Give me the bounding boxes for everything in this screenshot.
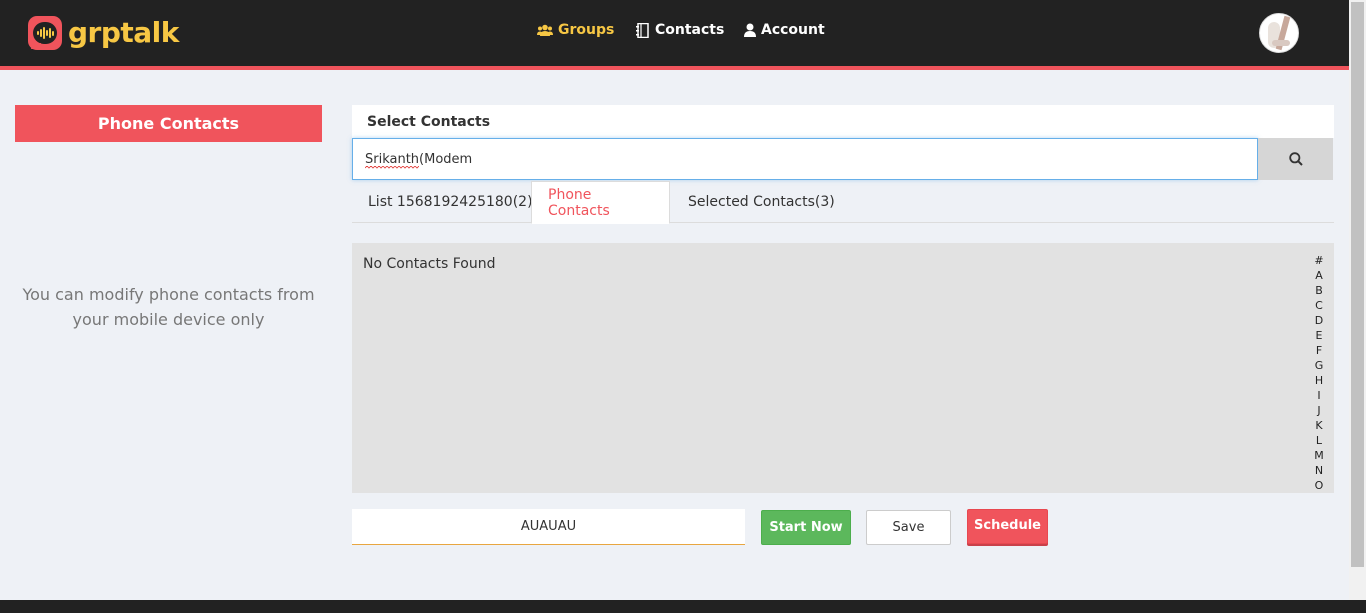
select-contacts-header: Select Contacts	[352, 105, 1334, 138]
group-name-input[interactable]	[352, 509, 745, 545]
search-icon	[1288, 152, 1303, 166]
phone-contacts-info: You can modify phone contacts from your …	[22, 285, 315, 329]
tab-phone-contacts[interactable]: Phone Contacts	[531, 181, 670, 224]
nav-contacts-label: Contacts	[655, 22, 725, 38]
address-book-icon	[636, 22, 649, 38]
alpha-index-item[interactable]: I	[1312, 388, 1326, 403]
top-navbar: grptalk Groups Contacts Account	[0, 0, 1349, 66]
users-icon	[537, 24, 553, 36]
phone-contacts-header: Phone Contacts	[15, 105, 322, 142]
alpha-index-item[interactable]: E	[1312, 328, 1326, 343]
empty-state-message: No Contacts Found	[363, 256, 496, 272]
alpha-index-item[interactable]: C	[1312, 298, 1326, 313]
alpha-index-item[interactable]: O	[1312, 478, 1326, 493]
nav-account-label: Account	[761, 22, 825, 38]
page-footer	[0, 600, 1366, 613]
page-scrollbar[interactable]	[1349, 0, 1366, 600]
alpha-index-item[interactable]: D	[1312, 313, 1326, 328]
start-now-button[interactable]: Start Now	[761, 510, 851, 545]
nav-contacts[interactable]: Contacts	[636, 22, 724, 38]
alpha-index-item[interactable]: J	[1312, 403, 1326, 418]
spellcheck-underline	[365, 166, 419, 169]
search-button[interactable]	[1258, 138, 1333, 180]
alpha-index-item[interactable]: A	[1312, 268, 1326, 283]
logo-mark-icon	[28, 16, 62, 50]
contact-tabs: List 1568192425180(2) Phone Contacts Sel…	[352, 181, 1334, 224]
alpha-index-item[interactable]: L	[1312, 433, 1326, 448]
app-logo[interactable]: grptalk	[28, 16, 179, 50]
scrollbar-thumb[interactable]	[1351, 2, 1364, 567]
nav-account[interactable]: Account	[744, 22, 825, 38]
alpha-index-item[interactable]: H	[1312, 373, 1326, 388]
select-contacts-title: Select Contacts	[367, 114, 491, 130]
alpha-index-item[interactable]: M	[1312, 448, 1326, 463]
alpha-index-item[interactable]: F	[1312, 343, 1326, 358]
contact-search-input[interactable]	[352, 138, 1258, 180]
user-icon	[744, 23, 756, 37]
alpha-index-item[interactable]: G	[1312, 358, 1326, 373]
contacts-list-panel: No Contacts Found # A B C D E F G H I J …	[352, 243, 1334, 493]
alpha-index-item[interactable]: B	[1312, 283, 1326, 298]
alpha-index-item[interactable]: N	[1312, 463, 1326, 478]
user-avatar[interactable]	[1259, 13, 1299, 53]
logo-text: grptalk	[68, 16, 179, 49]
alpha-index-item[interactable]: K	[1312, 418, 1326, 433]
nav-groups[interactable]: Groups	[537, 22, 614, 38]
tab-list[interactable]: List 1568192425180(2)	[352, 181, 549, 223]
alphabet-index: # A B C D E F G H I J K L M N O	[1312, 253, 1326, 493]
alpha-index-item[interactable]: #	[1312, 253, 1326, 268]
save-button[interactable]: Save	[866, 510, 951, 545]
schedule-button[interactable]: Schedule	[967, 509, 1048, 544]
header-accent-line	[0, 66, 1349, 70]
tab-selected-contacts[interactable]: Selected Contacts(3)	[672, 181, 851, 223]
nav-groups-label: Groups	[558, 22, 615, 38]
